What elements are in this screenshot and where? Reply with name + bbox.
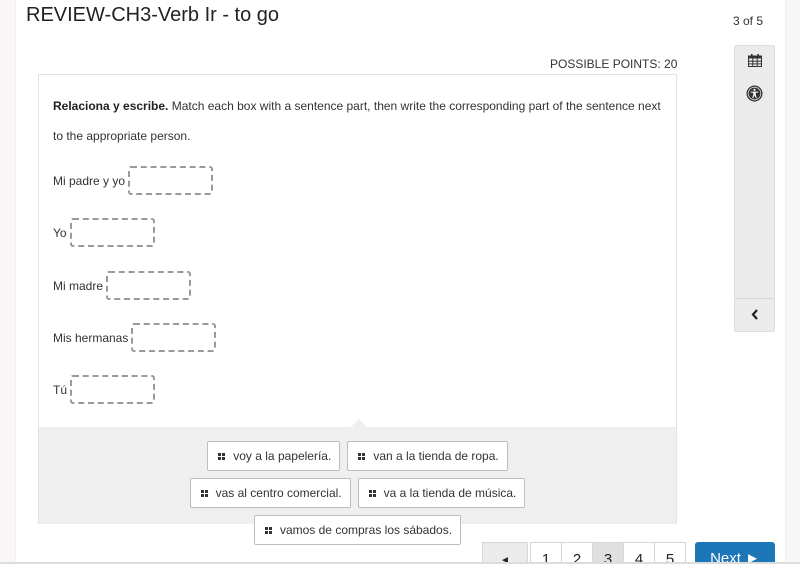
match-row: Mi padre y yo xyxy=(53,166,214,195)
match-row: Yo xyxy=(53,218,155,247)
drag-handle-icon xyxy=(200,489,208,497)
accessibility-icon xyxy=(746,85,763,107)
drag-handle-icon xyxy=(264,526,272,534)
page-button-1[interactable]: 1 xyxy=(530,542,562,564)
answer-chip-label: van a la tienda de ropa. xyxy=(373,449,499,463)
answer-chip[interactable]: vamos de compras los sábados. xyxy=(253,515,462,545)
left-gutter xyxy=(0,0,16,564)
match-label: Mis hermanas xyxy=(53,330,129,345)
collapse-rail-button[interactable] xyxy=(735,299,774,332)
drop-zone[interactable] xyxy=(128,166,214,195)
accessibility-button[interactable] xyxy=(735,85,774,107)
match-row: Mi madre xyxy=(53,271,192,300)
match-label: Mi madre xyxy=(53,278,104,293)
match-label: Mi padre y yo xyxy=(53,173,126,188)
right-gutter xyxy=(785,0,800,564)
drag-handle-icon xyxy=(218,452,226,460)
tool-rail xyxy=(734,45,775,332)
calendar-icon xyxy=(747,54,762,72)
answer-chip-label: vas al centro comercial. xyxy=(215,486,342,500)
question-card: Relaciona y escribe. Match each box with… xyxy=(38,74,677,545)
possible-points: POSSIBLE POINTS: 20 xyxy=(550,57,678,71)
page-button-3[interactable]: 3 xyxy=(592,542,624,564)
question-prompt: Relaciona y escribe. Match each box with… xyxy=(53,91,663,151)
answer-chip-label: voy a la papelería. xyxy=(233,449,332,463)
answer-chip-label: vamos de compras los sábados. xyxy=(279,523,453,537)
answer-chip[interactable]: van a la tienda de ropa. xyxy=(347,441,508,471)
drop-zone[interactable] xyxy=(106,271,192,300)
page-button-2[interactable]: 2 xyxy=(561,542,593,564)
answer-bank: voy a la papelería. van a la tienda de r… xyxy=(39,427,676,545)
drop-zone[interactable] xyxy=(70,375,156,404)
answer-chip[interactable]: va a la tienda de música. xyxy=(357,478,526,508)
drop-zone[interactable] xyxy=(131,323,217,352)
drag-handle-icon xyxy=(368,489,376,497)
answer-chip[interactable]: vas al centro comercial. xyxy=(189,478,351,508)
chevron-left-icon xyxy=(751,307,759,325)
page-button-5[interactable]: 5 xyxy=(654,542,686,564)
pagination: ◄ 1 2 3 4 5 xyxy=(482,542,686,564)
match-row: Tú xyxy=(53,375,156,404)
answer-chip-label: va a la tienda de música. xyxy=(383,486,517,500)
page-title: REVIEW-CH3-Verb Ir - to go xyxy=(26,4,280,26)
match-label: Yo xyxy=(53,225,67,240)
match-row: Mis hermanas xyxy=(53,323,217,352)
calendar-button[interactable] xyxy=(735,54,774,72)
next-button[interactable]: Next ► xyxy=(695,542,775,564)
answer-chip[interactable]: voy a la papelería. xyxy=(207,441,341,471)
drag-handle-icon xyxy=(358,452,366,460)
page-button-4[interactable]: 4 xyxy=(623,542,655,564)
previous-page-button[interactable]: ◄ xyxy=(482,542,528,564)
prompt-heading: Relaciona y escribe. xyxy=(53,99,169,113)
drop-zone[interactable] xyxy=(69,218,155,247)
question-counter: 3 of 5 xyxy=(733,14,764,28)
match-label: Tú xyxy=(53,382,68,397)
